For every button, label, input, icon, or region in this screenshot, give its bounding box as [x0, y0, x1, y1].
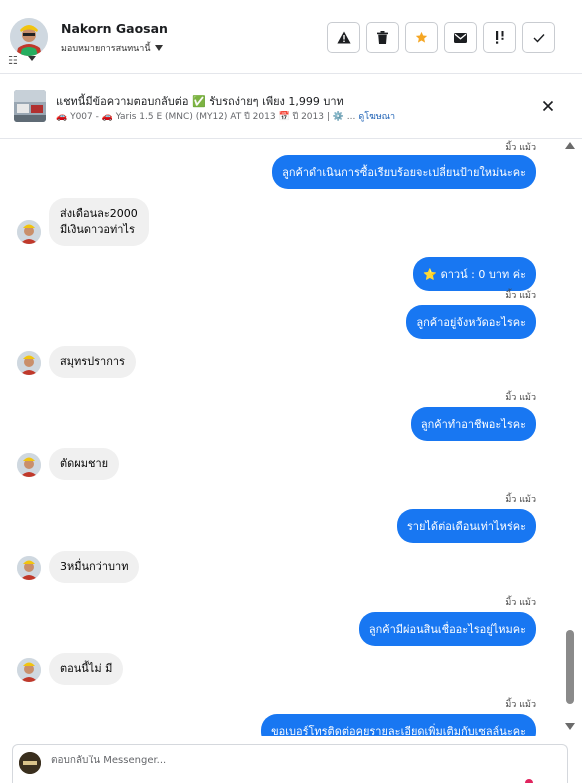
follow-up-icon [495, 31, 503, 44]
ad-details: 🚗 Y007 - 🚗 Yaris 1.5 E (MNC) (MY12) AT ป… [56, 109, 395, 123]
message-line: มีเงินดาวอท่าไร [60, 223, 135, 236]
star-icon [415, 31, 428, 43]
sender-label: มิ้ว แม้ว [505, 598, 536, 608]
outgoing-message: ขอเบอร์โทรติดต่อคุยรายละเอียดเพิ่มเติมกั… [261, 714, 536, 736]
notification-dot [525, 779, 533, 783]
contact-name: Nakorn Gaosan [61, 21, 168, 36]
message-line: ส่งเดือนละ2000 [60, 207, 138, 220]
filter-icon[interactable]: ☷ [8, 54, 18, 67]
incoming-message: 3หมื่นกว่าบาท [49, 551, 140, 583]
ad-image [14, 90, 46, 122]
filter-caret-icon[interactable] [28, 56, 36, 61]
contact-avatar-small [17, 220, 41, 244]
incoming-message: สมุทรปราการ [49, 346, 136, 378]
follow-up-button[interactable] [483, 22, 516, 53]
ad-thumbnail[interactable] [14, 90, 46, 122]
warning-icon [336, 31, 351, 44]
contact-avatar-small [17, 658, 41, 682]
mark-spam-button[interactable] [327, 22, 360, 53]
reply-input[interactable] [51, 755, 531, 766]
sender-label: มิ้ว แม้ว [505, 393, 536, 403]
mark-unread-button[interactable] [444, 22, 477, 53]
conversation-header: ☷ Nakorn Gaosan มอบหมายการสนทนานี้ [0, 0, 582, 74]
page-avatar [19, 752, 41, 774]
trash-icon [377, 31, 388, 44]
assign-label: มอบหมายการสนทนานี้ [61, 44, 151, 54]
delete-button[interactable] [366, 22, 399, 53]
incoming-message: ส่งเดือนละ2000 มีเงินดาวอท่าไร [49, 198, 149, 246]
view-ad-link[interactable]: ดูโฆษณา [358, 109, 395, 123]
chevron-down-icon [154, 45, 163, 51]
contact-avatar-small [17, 351, 41, 375]
incoming-message: ตอนนี้ไม่ มี [49, 653, 124, 685]
message-thread[interactable]: มิ้ว แม้ว ลูกค้าดำเนินการซื้อเรียบร้อยจะ… [0, 140, 562, 736]
scroll-down-arrow-icon[interactable] [565, 723, 575, 730]
close-icon[interactable] [540, 98, 556, 114]
sender-label: มิ้ว แม้ว [505, 495, 536, 505]
outgoing-message: ลูกค้าดำเนินการซื้อเรียบร้อยจะเปลี่ยนป้า… [272, 155, 536, 189]
contact-avatar-small [17, 556, 41, 580]
contact-avatar[interactable] [10, 18, 48, 56]
scroll-up-arrow-icon[interactable] [565, 142, 575, 149]
contact-avatar-small [17, 453, 41, 477]
outgoing-message: ลูกค้าทำอาชีพอะไรคะ [410, 407, 536, 441]
sender-label: มิ้ว แม้ว [505, 291, 536, 301]
ad-context-banner: แชทนี้มีข้อความตอบกลับต่อ ✅ รับรถง่ายๆ เ… [0, 75, 582, 139]
ad-details-text: 🚗 Y007 - 🚗 Yaris 1.5 E (MNC) (MY12) AT ป… [56, 112, 356, 122]
outgoing-message: รายได้ต่อเดือนเท่าไหร่คะ [396, 509, 536, 543]
mark-done-button[interactable] [522, 22, 555, 53]
outgoing-message: ลูกค้าอยู่จังหวัดอะไรคะ [406, 305, 536, 339]
incoming-message: ตัดผมชาย [49, 448, 120, 480]
reply-composer [12, 744, 568, 783]
sender-label: มิ้ว แม้ว [505, 700, 536, 710]
conversation-actions [327, 22, 555, 53]
check-icon [533, 33, 545, 43]
avatar-image [10, 18, 48, 56]
outgoing-message: ลูกค้ามีผ่อนสินเชื่ออะไรอยู่ไหมคะ [358, 612, 536, 646]
scrollbar-thumb[interactable] [566, 630, 574, 704]
outgoing-message: ⭐ ดาวน์ : 0 บาท ค่ะ [413, 257, 536, 291]
star-button[interactable] [405, 22, 438, 53]
assign-conversation-dropdown[interactable]: มอบหมายการสนทนานี้ [61, 41, 163, 55]
chat-scrollbar[interactable] [563, 140, 577, 736]
mail-icon [454, 32, 467, 43]
ad-title: แชทนี้มีข้อความตอบกลับต่อ ✅ รับรถง่ายๆ เ… [56, 95, 344, 108]
sender-label: มิ้ว แม้ว [505, 143, 536, 153]
